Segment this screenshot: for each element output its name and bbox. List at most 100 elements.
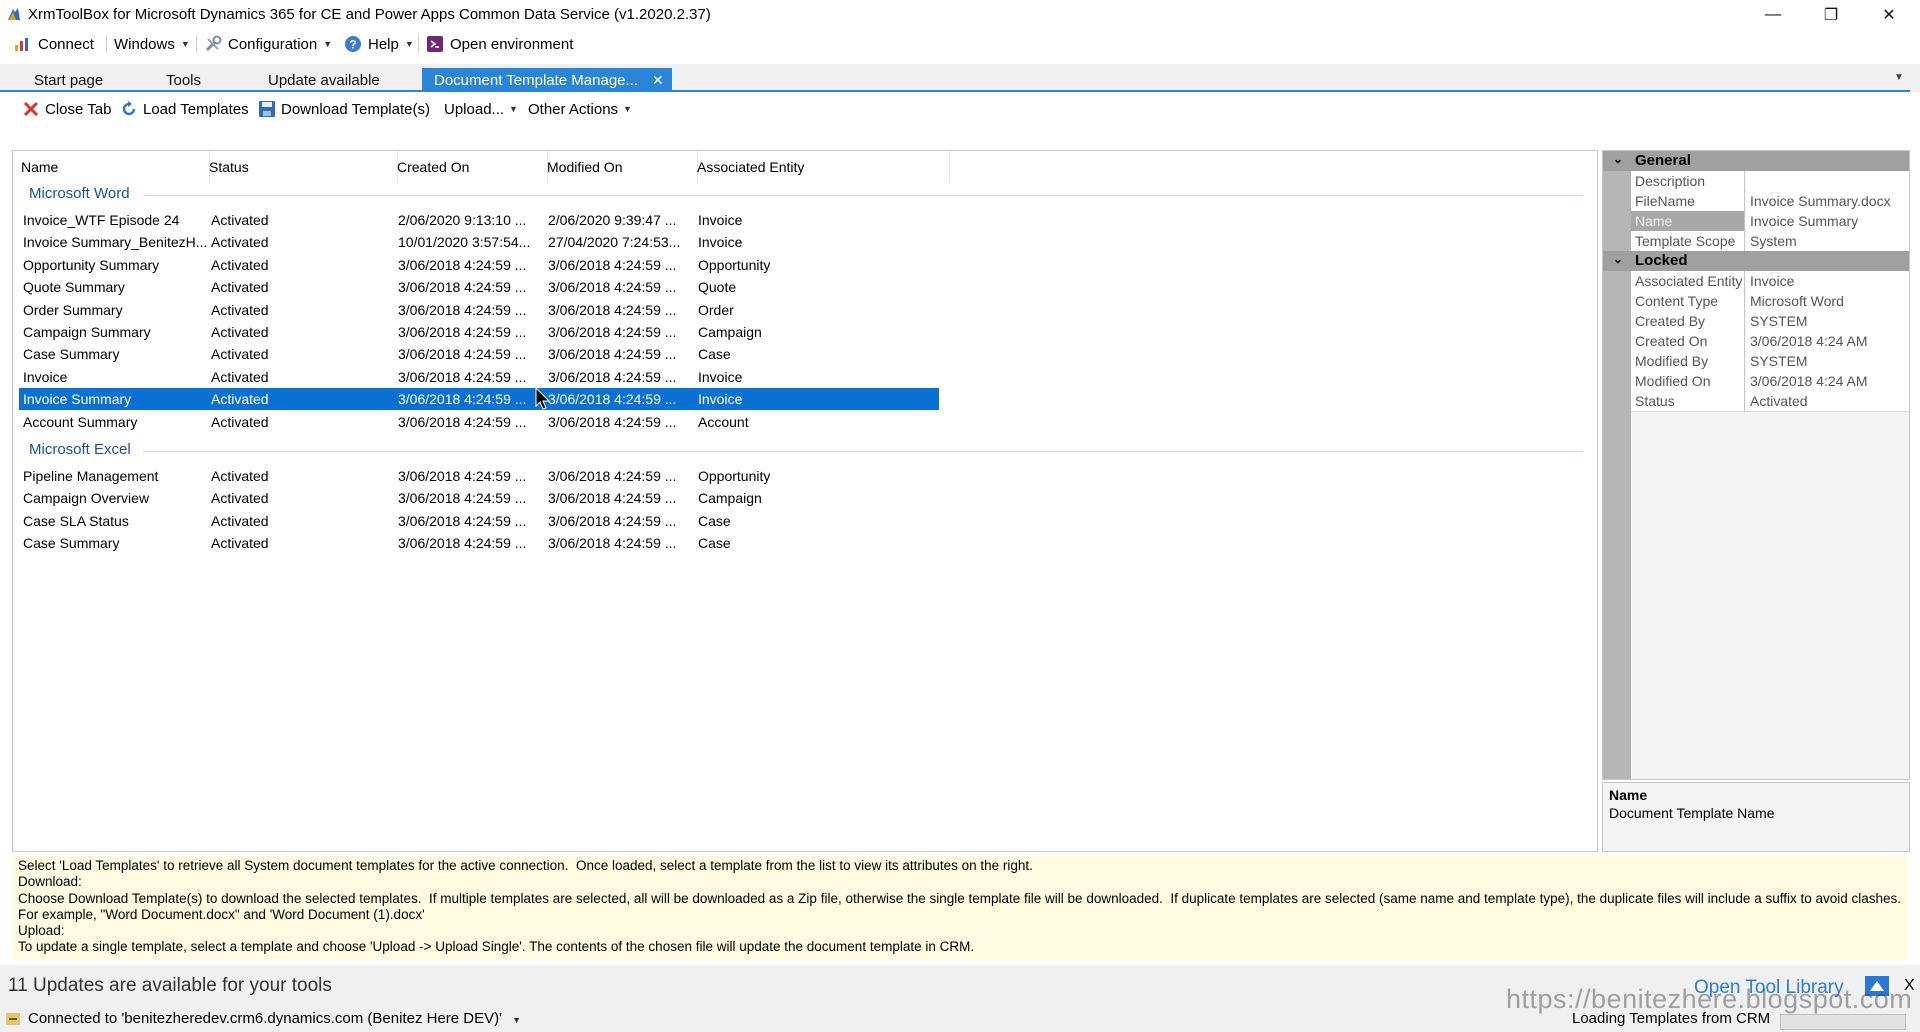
- tab-update-available[interactable]: Update available: [268, 68, 380, 92]
- help-info-box: Select 'Load Templates' to retrieve all …: [12, 856, 1908, 960]
- menu-bar: Connect Windows ▼ Configuration ▼ ? Help…: [0, 30, 1920, 58]
- column-header-status[interactable]: Status: [209, 151, 398, 183]
- table-cell: 3/06/2018 4:24:59 ...: [398, 468, 527, 484]
- property-row[interactable]: Modified On 3/06/2018 4:24 AM: [1631, 371, 1909, 392]
- close-red-icon: [23, 101, 39, 117]
- updates-message: 11 Updates are available for your tools: [8, 975, 332, 996]
- table-row[interactable]: Case Summary Activated 3/06/2018 4:24:59 .…: [19, 343, 939, 365]
- table-cell: Opportunity: [698, 468, 771, 484]
- other-actions-dropdown[interactable]: Other Actions ▼: [528, 99, 632, 119]
- column-header-created-on[interactable]: Created On: [397, 151, 548, 183]
- property-value[interactable]: System: [1746, 231, 1909, 251]
- open-environment-menu[interactable]: Open environment: [426, 34, 573, 54]
- property-category[interactable]: ⌄ Locked: [1603, 251, 1909, 271]
- progress-bar: [1780, 1014, 1906, 1030]
- table-row[interactable]: Opportunity Summary Activated 3/06/2018 4:…: [19, 254, 939, 276]
- column-header-modified-on[interactable]: Modified On: [547, 151, 698, 183]
- chevron-down-icon: ▼: [623, 104, 632, 114]
- property-row[interactable]: Associated Entity l Invoice: [1631, 271, 1909, 292]
- property-row[interactable]: Modified By SYSTEM: [1631, 351, 1909, 372]
- property-row[interactable]: Status Activated: [1631, 391, 1909, 412]
- xrmtoolbox-app-icon: [8, 8, 20, 20]
- load-templates-button[interactable]: Load Templates: [120, 99, 249, 119]
- minimize-button[interactable]: —: [1744, 0, 1802, 30]
- table-row[interactable]: Case Summary Activated 3/06/2018 4:24:59 .…: [19, 532, 939, 554]
- connection-status[interactable]: Connected to 'benitezheredev.crm6.dynami…: [28, 1010, 521, 1027]
- column-header-associated-entity[interactable]: Associated Entity: [697, 151, 950, 183]
- property-name: Associated Entity l: [1631, 271, 1745, 291]
- property-value[interactable]: Microsoft Word: [1746, 291, 1909, 311]
- template-list[interactable]: Name Status Created On Modified On Associate…: [12, 150, 1598, 852]
- maximize-button[interactable]: ❐: [1802, 0, 1860, 30]
- property-value[interactable]: 3/06/2018 4:24 AM: [1746, 371, 1909, 391]
- property-value[interactable]: 3/06/2018 4:24 AM: [1746, 331, 1909, 351]
- table-cell: Campaign: [698, 324, 762, 340]
- property-value[interactable]: [1746, 171, 1909, 191]
- windows-menu[interactable]: Windows ▼: [114, 34, 190, 54]
- connect-menu[interactable]: Connect: [14, 34, 94, 54]
- table-cell: Activated: [211, 256, 269, 273]
- property-category[interactable]: ⌄ General: [1603, 151, 1909, 171]
- property-row[interactable]: FileName Invoice Summary.docx: [1631, 191, 1909, 212]
- table-cell: 3/06/2018 4:24:59 ...: [398, 490, 527, 507]
- table-cell: Campaign Overview: [23, 490, 150, 507]
- property-name: Name: [1631, 211, 1745, 231]
- table-cell: 2/06/2020 9:13:10 ...: [398, 212, 527, 228]
- table-row[interactable]: Campaign Overview Activated 3/06/2018 4:24…: [19, 487, 939, 509]
- upload-dropdown[interactable]: Upload... ▼: [444, 99, 518, 119]
- property-row[interactable]: Created On 3/06/2018 4:24 AM: [1631, 331, 1909, 352]
- tool-toolbar: Close Tab Load Templates Download Templa…: [8, 96, 1908, 122]
- table-row[interactable]: Invoice Summary Activated 3/06/2018 4:24:5…: [19, 388, 939, 411]
- close-tab-icon[interactable]: ✕: [652, 72, 664, 89]
- column-header-name[interactable]: Name: [21, 151, 210, 183]
- property-value[interactable]: SYSTEM: [1746, 311, 1909, 331]
- property-value[interactable]: Invoice Summary.docx: [1746, 191, 1909, 211]
- property-value[interactable]: Activated: [1746, 391, 1909, 411]
- property-value[interactable]: Invoice: [1746, 271, 1909, 291]
- table-cell: 10/01/2020 3:57:54...: [398, 234, 531, 251]
- property-grid[interactable]: ⌄ General Description FileName Invoice Summa…: [1602, 150, 1910, 780]
- tab-start-page[interactable]: Start page: [34, 68, 103, 92]
- tab-tools[interactable]: Tools: [166, 68, 201, 92]
- collapse-chevron-icon[interactable]: ⌄: [1613, 152, 1623, 166]
- table-cell: 3/06/2018 4:24:59 ...: [398, 256, 527, 273]
- table-cell: 3/06/2018 4:24:59 ...: [548, 391, 677, 408]
- table-row[interactable]: Pipeline Management Activated 3/06/2018 4:…: [19, 465, 939, 487]
- group-header[interactable]: Microsoft Word: [29, 185, 130, 202]
- property-value[interactable]: Invoice Summary: [1746, 211, 1909, 231]
- table-row[interactable]: Invoice Activated 3/06/2018 4:24:59 ... 3/0…: [19, 366, 939, 388]
- table-cell: 3/06/2018 4:24:59 ...: [548, 279, 677, 296]
- chevron-down-icon: ▼: [404, 39, 414, 49]
- property-row[interactable]: Content Type Microsoft Word: [1631, 291, 1909, 312]
- table-row[interactable]: Invoice_WTF Episode 24 Activated 2/06/2020…: [19, 209, 939, 231]
- property-row[interactable]: Description: [1631, 171, 1909, 192]
- collapse-chevron-icon[interactable]: ⌄: [1613, 252, 1623, 266]
- configuration-menu[interactable]: Configuration ▼: [204, 34, 332, 54]
- table-cell: 3/06/2018 4:24:59 ...: [548, 535, 677, 552]
- group-header[interactable]: Microsoft Excel: [29, 441, 131, 458]
- menu-separator: [196, 35, 197, 53]
- property-row[interactable]: Created By SYSTEM: [1631, 311, 1909, 332]
- close-tab-button[interactable]: Close Tab: [22, 99, 111, 119]
- table-row[interactable]: Case SLA Status Activated 3/06/2018 4:24:5…: [19, 510, 939, 532]
- property-row[interactable]: Template Scope System: [1631, 231, 1909, 252]
- property-category-label: Locked: [1635, 252, 1688, 269]
- tab-overflow-chevron-icon[interactable]: ▼: [1894, 72, 1904, 83]
- tab-document-template-manager[interactable]: Document Template Manage... ✕: [422, 68, 672, 92]
- property-value[interactable]: SYSTEM: [1746, 351, 1909, 371]
- property-row[interactable]: Name Invoice Summary: [1631, 211, 1909, 232]
- help-menu[interactable]: ? Help ▼: [344, 34, 414, 54]
- window-title: XrmToolBox for Microsoft Dynamics 365 fo…: [28, 6, 711, 23]
- download-templates-button[interactable]: Download Template(s): [258, 99, 430, 119]
- table-row[interactable]: Order Summary Activated 3/06/2018 4:24:59 …: [19, 299, 939, 321]
- table-cell: Activated: [211, 324, 269, 340]
- download-templates-label: Download Template(s): [281, 100, 430, 118]
- table-row[interactable]: Quote Summary Activated 3/06/2018 4:24:59 …: [19, 276, 939, 298]
- table-cell: Invoice: [698, 368, 743, 385]
- table-row[interactable]: Account Summary Activated 3/06/2018 4:24:5…: [19, 411, 939, 433]
- close-window-button[interactable]: ✕: [1860, 0, 1918, 30]
- table-cell: 3/06/2018 4:24:59 ...: [548, 301, 677, 318]
- table-row[interactable]: Campaign Summary Activated 3/06/2018 4:24:…: [19, 321, 939, 343]
- table-cell: Activated: [211, 535, 269, 552]
- table-row[interactable]: Invoice Summary_BenitezH... Activated 10/0…: [19, 231, 939, 253]
